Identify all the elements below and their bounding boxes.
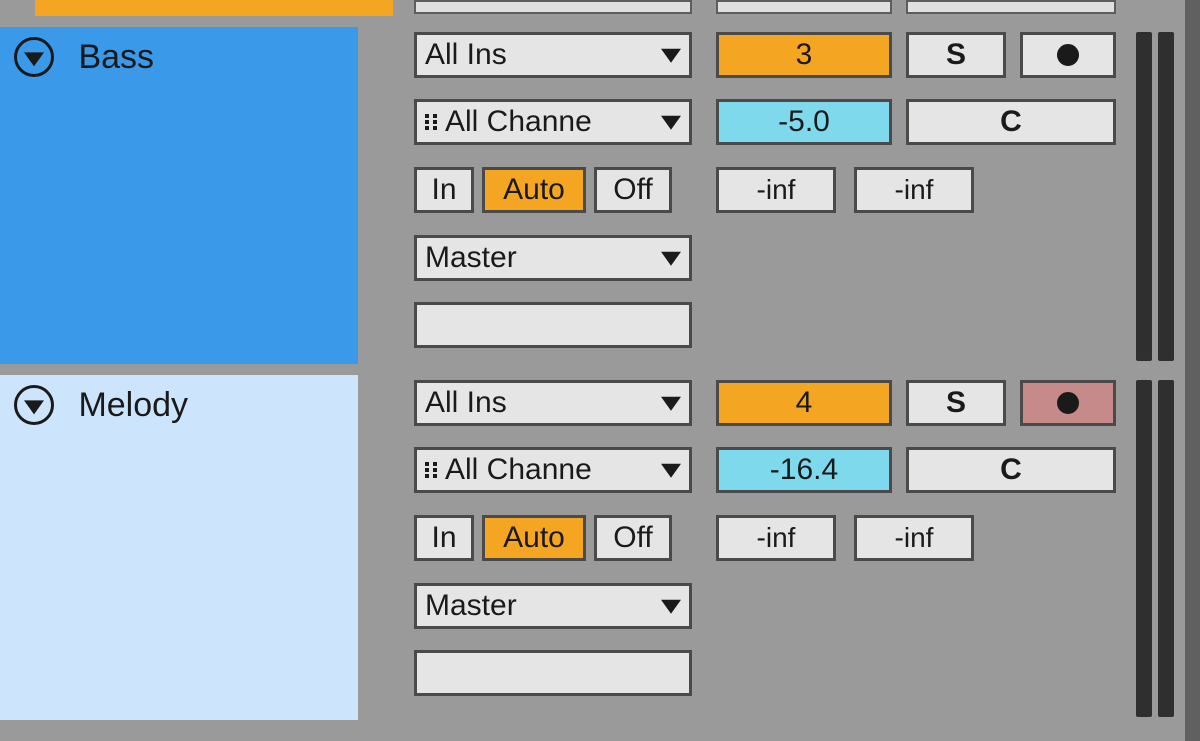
monitor-auto-button[interactable]: Auto — [482, 167, 586, 213]
midi-input-type-dropdown[interactable]: All Ins — [414, 32, 692, 78]
record-icon — [1057, 392, 1079, 414]
send-a-value: -inf — [757, 174, 796, 206]
midi-input-channel-dropdown[interactable]: All Channe — [414, 447, 692, 493]
unfold-toggle-icon[interactable] — [14, 37, 54, 77]
monitor-segmented: In Auto Off — [414, 515, 672, 561]
level-meter-right — [1158, 380, 1174, 717]
solo-button[interactable]: S — [906, 32, 1006, 78]
grip-icon — [425, 112, 439, 132]
send-a-value: -inf — [757, 522, 796, 554]
audio-output-channel-dropdown[interactable] — [414, 302, 692, 348]
midi-input-channel-label: All Channe — [445, 105, 592, 139]
solo-label: S — [946, 38, 966, 72]
track-volume-field[interactable]: -5.0 — [716, 99, 892, 145]
chevron-down-icon — [661, 252, 681, 266]
audio-output-dropdown[interactable]: Master — [414, 583, 692, 629]
monitor-off-button[interactable]: Off — [594, 167, 672, 213]
cue-button[interactable]: C — [906, 99, 1116, 145]
record-icon — [1057, 44, 1079, 66]
midi-input-type-dropdown[interactable]: All Ins — [414, 380, 692, 426]
prev-track-io-slot[interactable] — [414, 0, 692, 14]
grip-icon — [425, 460, 439, 480]
unfold-toggle-icon[interactable] — [14, 385, 54, 425]
audio-output-label: Master — [425, 241, 517, 275]
level-meter-left — [1136, 32, 1152, 361]
send-b-field[interactable]: -inf — [854, 515, 974, 561]
chevron-down-icon — [661, 464, 681, 478]
cue-button[interactable]: C — [906, 447, 1116, 493]
row-separator — [0, 720, 1200, 731]
chevron-down-icon — [661, 397, 681, 411]
audio-output-label: Master — [425, 589, 517, 623]
send-a-field[interactable]: -inf — [716, 167, 836, 213]
track-name-label[interactable]: Melody — [78, 385, 188, 425]
cue-label: C — [1000, 453, 1022, 487]
monitor-off-button[interactable]: Off — [594, 515, 672, 561]
send-b-field[interactable]: -inf — [854, 167, 974, 213]
right-edge-gutter — [1185, 0, 1200, 741]
monitor-segmented: In Auto Off — [414, 167, 672, 213]
solo-button[interactable]: S — [906, 380, 1006, 426]
row-separator — [0, 364, 1200, 375]
track-header-melody[interactable]: Melody — [0, 375, 358, 720]
chevron-down-icon — [661, 600, 681, 614]
send-b-value: -inf — [895, 522, 934, 554]
monitor-in-button[interactable]: In — [414, 515, 474, 561]
track-volume-value: -5.0 — [778, 105, 830, 139]
level-meter-left — [1136, 380, 1152, 717]
prev-track-mix-slot[interactable] — [716, 0, 892, 14]
track-header-bass[interactable]: Bass — [0, 27, 358, 364]
track-activator-button[interactable]: 3 — [716, 32, 892, 78]
session-view: Bass All Ins All Channe In Auto Off Mast… — [0, 0, 1200, 741]
send-a-field[interactable]: -inf — [716, 515, 836, 561]
arm-record-button[interactable] — [1020, 32, 1116, 78]
cue-label: C — [1000, 105, 1022, 139]
track-volume-field[interactable]: -16.4 — [716, 447, 892, 493]
level-meter-right — [1158, 32, 1174, 361]
track-activator-button[interactable]: 4 — [716, 380, 892, 426]
track-number-label: 4 — [796, 386, 813, 420]
midi-input-channel-label: All Channe — [445, 453, 592, 487]
row-separator — [0, 16, 1200, 27]
send-b-value: -inf — [895, 174, 934, 206]
arm-record-button[interactable] — [1020, 380, 1116, 426]
track-volume-value: -16.4 — [770, 453, 838, 487]
audio-output-channel-dropdown[interactable] — [414, 650, 692, 696]
monitor-auto-button[interactable]: Auto — [482, 515, 586, 561]
monitor-in-button[interactable]: In — [414, 167, 474, 213]
prev-track-mix-slot-2[interactable] — [906, 0, 1116, 14]
solo-label: S — [946, 386, 966, 420]
audio-output-dropdown[interactable]: Master — [414, 235, 692, 281]
chevron-down-icon — [661, 116, 681, 130]
midi-input-type-label: All Ins — [425, 38, 507, 72]
midi-input-channel-dropdown[interactable]: All Channe — [414, 99, 692, 145]
chevron-down-icon — [661, 49, 681, 63]
track-name-label[interactable]: Bass — [78, 37, 154, 77]
midi-input-type-label: All Ins — [425, 386, 507, 420]
track-number-label: 3 — [796, 38, 813, 72]
